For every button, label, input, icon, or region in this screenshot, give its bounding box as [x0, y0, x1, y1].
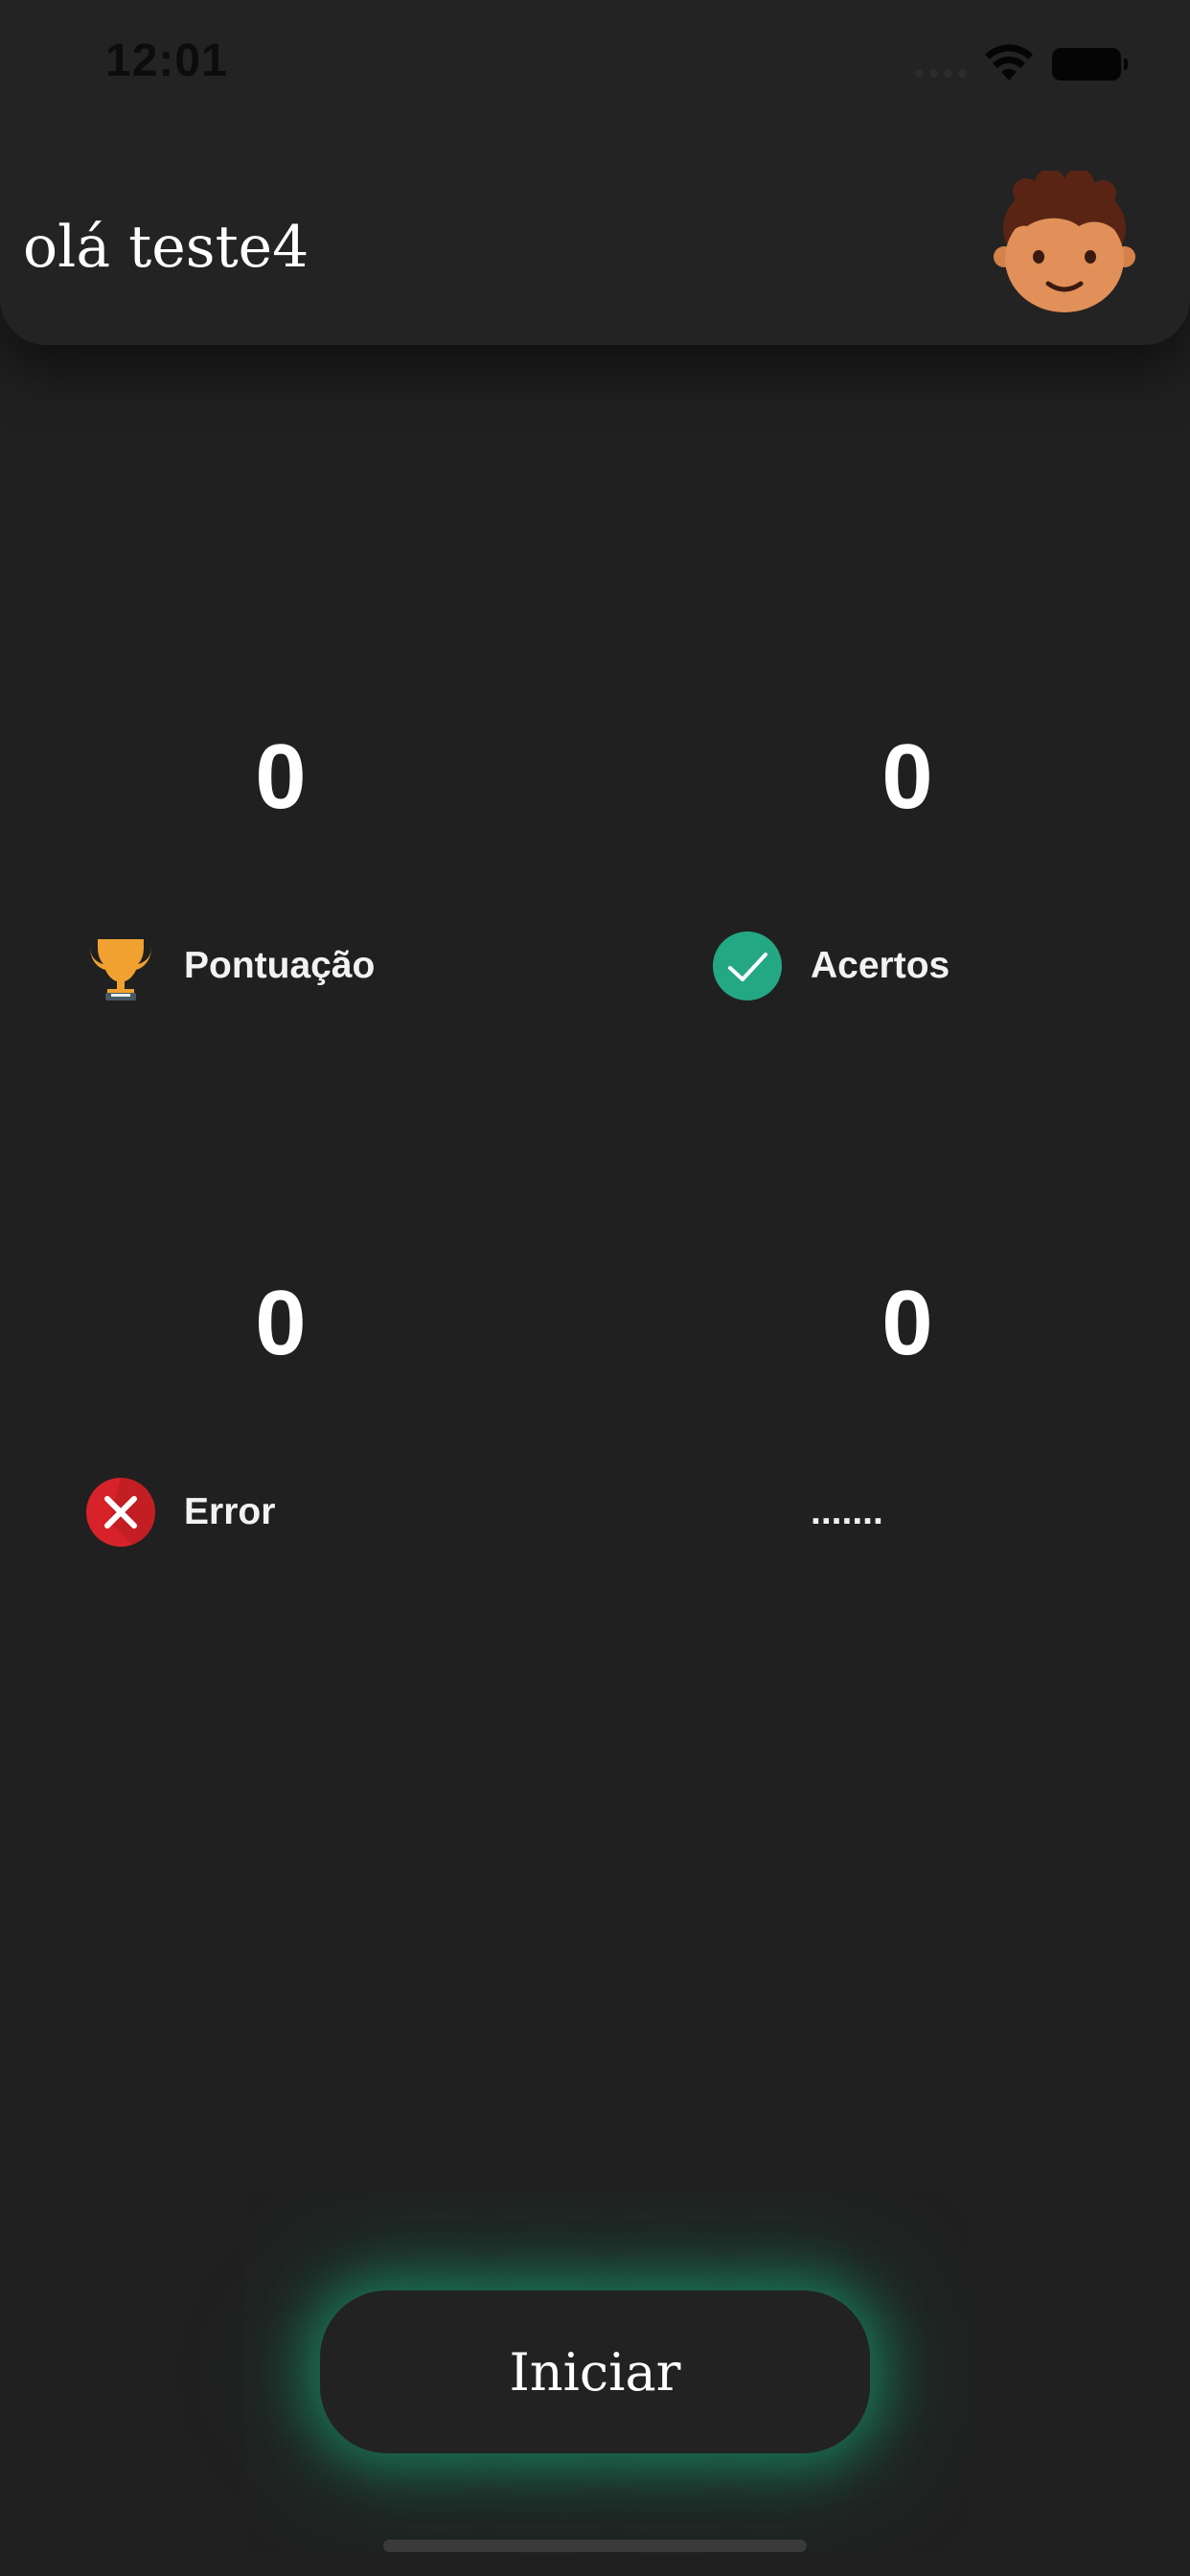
- cellular-signal-icon: [915, 69, 967, 78]
- extra-value: 0: [881, 1272, 933, 1374]
- wifi-icon: [985, 44, 1033, 80]
- battery-icon: [1052, 48, 1128, 80]
- boy-face-icon[interactable]: [993, 169, 1136, 314]
- errors-value: 0: [255, 1272, 307, 1374]
- empty-icon-slot: [711, 1476, 784, 1549]
- correct-label-row: Acertos: [711, 928, 950, 1004]
- score-value: 0: [255, 725, 307, 828]
- trophy-icon: [90, 939, 151, 1000]
- extra-label: .......: [811, 1491, 883, 1532]
- errors-label-row: Error: [84, 1474, 275, 1551]
- score-label: Pontuação: [184, 945, 376, 986]
- start-button[interactable]: Iniciar: [320, 2290, 870, 2453]
- start-button-label: Iniciar: [509, 2341, 681, 2403]
- correct-value: 0: [881, 725, 933, 828]
- check-circle-icon: [713, 932, 782, 1000]
- x-circle-icon: [86, 1478, 156, 1547]
- home-indicator[interactable]: [383, 2540, 807, 2552]
- greeting-title: olá teste4: [23, 214, 309, 281]
- status-bar: 12:01: [0, 0, 1190, 125]
- status-time: 12:01: [105, 35, 228, 86]
- score-label-row: Pontuação: [84, 928, 375, 1004]
- correct-label: Acertos: [811, 945, 950, 986]
- errors-label: Error: [184, 1491, 276, 1532]
- extra-label-row: .......: [711, 1474, 883, 1551]
